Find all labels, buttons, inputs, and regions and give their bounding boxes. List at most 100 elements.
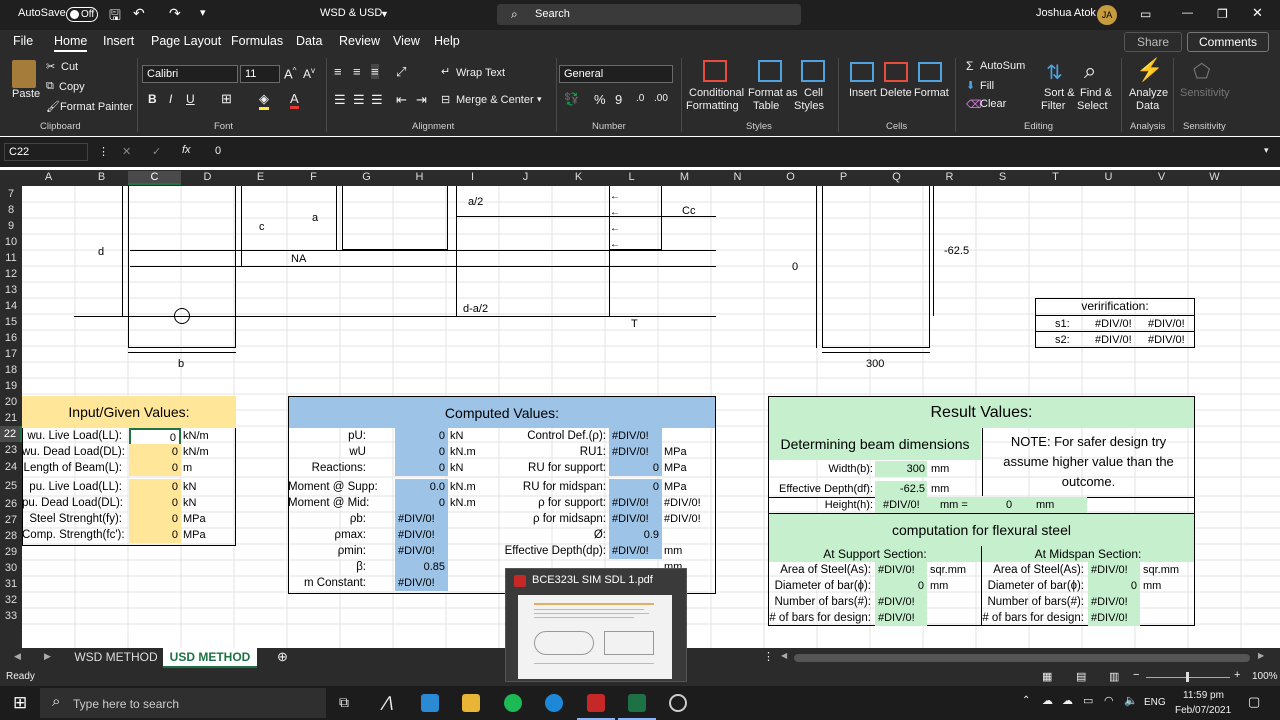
paste-icon[interactable] <box>12 60 36 88</box>
file-explorer-icon[interactable] <box>462 694 480 712</box>
column-header-f[interactable]: F <box>287 171 340 183</box>
menu-insert[interactable]: Insert <box>103 34 134 48</box>
decrease-decimal-icon[interactable]: .00 <box>654 93 668 104</box>
sort-filter-line1[interactable]: Sort & <box>1044 87 1075 99</box>
column-header-u[interactable]: U <box>1082 171 1135 183</box>
menu-page-layout[interactable]: Page Layout <box>151 34 221 48</box>
autosum-icon[interactable]: Σ <box>966 59 973 73</box>
width-value[interactable]: 300 <box>875 461 927 477</box>
s1-value-b[interactable]: #DIV/0! <box>1148 316 1185 332</box>
decrease-indent-icon[interactable]: ⇤ <box>396 92 407 108</box>
excel-icon[interactable] <box>628 694 646 712</box>
height-value-cell[interactable]: #DIV/0! <box>875 497 1087 513</box>
autodesk-icon[interactable]: ⋀ <box>381 693 393 711</box>
analyze-data-line2[interactable]: Data <box>1136 100 1159 112</box>
row-header-7[interactable]: 7 <box>0 186 22 202</box>
taskbar-search-box[interactable]: ⌕ Type here to search <box>40 688 326 718</box>
eff-depth-value[interactable]: -62.5 <box>875 481 927 497</box>
tab-usd-method[interactable]: USD METHOD <box>163 648 257 668</box>
column-header-c[interactable]: C <box>128 171 181 185</box>
column-header-v[interactable]: V <box>1135 171 1188 183</box>
row-header-14[interactable]: 14 <box>0 298 22 314</box>
cut-button[interactable]: Cut <box>61 61 78 73</box>
sort-filter-line2[interactable]: Filter <box>1041 100 1065 112</box>
notification-icon[interactable]: ▢ <box>1248 694 1260 710</box>
input-value[interactable]: 0 <box>129 444 181 460</box>
menu-help[interactable]: Help <box>434 34 460 48</box>
align-right-icon[interactable]: ☰ <box>371 92 383 108</box>
zoom-in-icon[interactable]: + <box>1234 669 1240 681</box>
horizontal-scrollbar[interactable] <box>794 654 1250 662</box>
number-format-select[interactable]: General <box>559 65 673 83</box>
s2-value-b[interactable]: #DIV/0! <box>1148 332 1185 348</box>
avatar[interactable]: JA <box>1097 5 1117 25</box>
scroll-right-icon[interactable]: ▶ <box>1258 651 1264 660</box>
row-header-26[interactable]: 26 <box>0 496 22 512</box>
merge-center-button[interactable]: Merge & Center <box>456 94 534 106</box>
column-header-q[interactable]: Q <box>870 171 923 183</box>
row-header-25[interactable]: 25 <box>0 477 22 496</box>
accounting-icon[interactable]: 💱 <box>564 92 579 106</box>
page-layout-view-icon[interactable]: ▤ <box>1076 670 1086 683</box>
row-header-17[interactable]: 17 <box>0 346 22 362</box>
wifi-icon[interactable]: ◠ <box>1104 694 1114 707</box>
copy-icon[interactable]: ⧉ <box>46 80 54 93</box>
input-value[interactable]: 0 <box>129 460 181 476</box>
name-box[interactable]: C22 <box>4 143 88 161</box>
sort-filter-icon[interactable]: ⇅ <box>1046 60 1063 85</box>
menu-review[interactable]: Review <box>339 34 380 48</box>
menu-view[interactable]: View <box>393 34 420 48</box>
minimize-icon[interactable]: — <box>1182 7 1193 19</box>
wrap-text-button[interactable]: Wrap Text <box>456 67 505 79</box>
taskbar-preview-popup[interactable]: BCE323L SIM SDL 1.pdf <box>505 568 687 682</box>
insert-cells-icon[interactable] <box>850 62 874 82</box>
autosave-toggle[interactable]: Off <box>66 7 98 22</box>
onedrive-icon[interactable]: ☁ <box>1062 694 1073 707</box>
cloud-icon[interactable]: ☁ <box>1042 694 1053 707</box>
row-header-23[interactable]: 23 <box>0 442 22 458</box>
task-view-icon[interactable]: ⧉ <box>339 694 349 711</box>
row-header-29[interactable]: 29 <box>0 544 22 560</box>
tray-chevron-icon[interactable]: ⌃ <box>1022 695 1030 706</box>
add-sheet-icon[interactable]: ⊕ <box>277 649 288 665</box>
row-header-16[interactable]: 16 <box>0 330 22 346</box>
midspan-value[interactable]: #DIV/0! <box>1088 594 1140 610</box>
increase-indent-icon[interactable]: ⇥ <box>416 92 427 108</box>
clear-button[interactable]: Clear <box>980 98 1006 110</box>
format-cells-button[interactable]: Format <box>914 87 949 99</box>
fill-icon[interactable]: ⬇ <box>966 79 975 92</box>
column-header-p[interactable]: P <box>817 171 870 183</box>
row-header-27[interactable]: 27 <box>0 512 22 528</box>
computed-value[interactable]: #DIV/0! <box>609 444 662 460</box>
align-top-icon[interactable]: ≡ <box>334 64 342 79</box>
sensitivity-button[interactable]: Sensitivity <box>1180 87 1230 99</box>
cell-styles-line2[interactable]: Styles <box>794 100 824 112</box>
cancel-icon[interactable]: ✕ <box>122 145 131 158</box>
computed-value[interactable]: #DIV/0! <box>609 543 662 559</box>
decrease-font-icon[interactable]: Av <box>303 66 315 81</box>
computed-value[interactable]: 0 <box>395 460 448 476</box>
prev-sheet-icon[interactable]: ◀ <box>14 651 21 662</box>
computed-value[interactable]: #DIV/0! <box>609 428 662 444</box>
next-sheet-icon[interactable]: ▶ <box>44 651 51 662</box>
analyze-data-line1[interactable]: Analyze <box>1129 87 1168 99</box>
align-center-icon[interactable]: ☰ <box>353 92 365 108</box>
percent-icon[interactable]: % <box>594 92 606 107</box>
computed-value[interactable]: #DIV/0! <box>395 575 448 591</box>
align-middle-icon[interactable]: ≡ <box>353 64 361 79</box>
computed-value[interactable]: 0 <box>609 479 662 495</box>
increase-decimal-icon[interactable]: .0 <box>636 93 644 104</box>
column-header-a[interactable]: A <box>22 171 75 183</box>
conditional-formatting-line1[interactable]: Conditional <box>689 87 744 99</box>
zoom-out-icon[interactable]: − <box>1133 669 1139 681</box>
column-header-l[interactable]: L <box>605 171 658 183</box>
restore-icon[interactable]: ❐ <box>1217 7 1228 21</box>
save-icon[interactable]: 🖫 <box>109 5 121 29</box>
computed-value[interactable]: #DIV/0! <box>609 511 662 527</box>
italic-icon[interactable]: I <box>169 92 172 106</box>
computed-value[interactable]: #DIV/0! <box>395 527 448 543</box>
input-value[interactable]: 0 <box>129 527 181 543</box>
cut-icon[interactable]: ✂ <box>46 60 55 73</box>
midspan-value[interactable]: #DIV/0! <box>1088 562 1140 578</box>
analyze-data-icon[interactable]: ⚡ <box>1136 57 1163 83</box>
